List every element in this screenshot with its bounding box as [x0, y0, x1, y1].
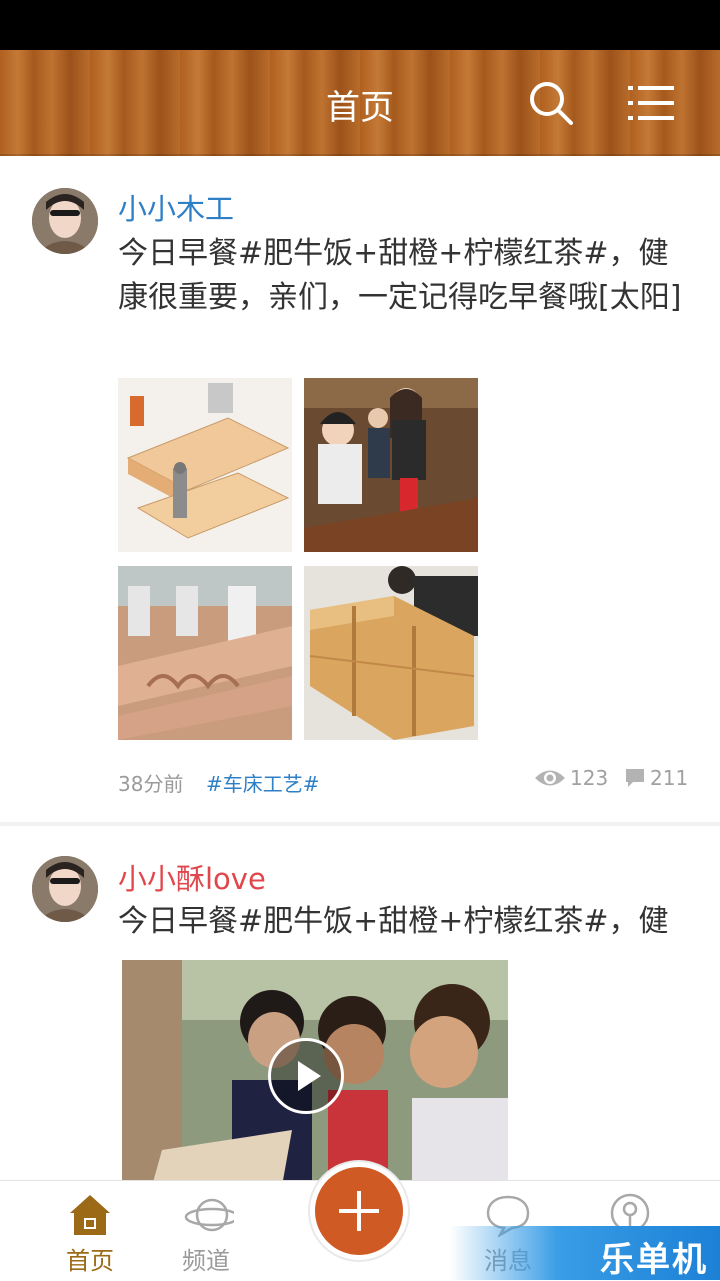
plus-icon	[339, 1191, 379, 1231]
comment-count-value: 211	[650, 766, 689, 790]
avatar[interactable]	[32, 188, 98, 254]
page-title: 首页	[326, 88, 394, 128]
post-text: 今日早餐#肥牛饭+甜橙+柠檬红茶#，健	[118, 904, 669, 939]
planet-icon	[184, 1198, 234, 1232]
menu-icon[interactable]	[628, 82, 674, 124]
watermark-text: 乐单机	[600, 1240, 708, 1280]
view-count: 123	[534, 766, 608, 790]
comment-count[interactable]: 211	[624, 766, 688, 790]
home-icon	[70, 1195, 110, 1235]
post-image[interactable]	[118, 378, 292, 552]
status-bar	[0, 0, 720, 50]
post-text: 今日早餐#肥牛饭+甜橙+柠檬红茶#，健康很重要，亲们，一定记得吃早餐哦[太阳]	[118, 236, 682, 315]
add-post-button[interactable]	[310, 1162, 408, 1260]
search-icon[interactable]	[528, 80, 574, 126]
post-image[interactable]	[118, 566, 292, 740]
post-card[interactable]: 小小木工 今日早餐#肥牛饭+甜橙+柠檬红茶#，健康很重要，亲们，一定记得吃早餐哦…	[0, 156, 720, 822]
watermark: 乐单机	[450, 1226, 720, 1280]
view-count-value: 123	[570, 766, 609, 790]
tab-home[interactable]: 首页	[30, 1181, 150, 1281]
post-card[interactable]: 小小酥love 今日早餐#肥牛饭+甜橙+柠檬红茶#，健	[0, 826, 720, 1180]
play-icon	[298, 1061, 321, 1091]
app-header: 首页	[0, 50, 720, 156]
tab-channel[interactable]: 频道	[146, 1181, 266, 1281]
post-feed[interactable]: 小小木工 今日早餐#肥牛饭+甜橙+柠檬红茶#，健康很重要，亲们，一定记得吃早餐哦…	[0, 156, 720, 1180]
comment-icon	[626, 769, 644, 787]
username[interactable]: 小小酥love	[118, 856, 266, 898]
avatar[interactable]	[32, 856, 98, 922]
username[interactable]: 小小木工	[118, 186, 234, 228]
play-button[interactable]	[268, 1038, 344, 1114]
topic-tag[interactable]: #车床工艺#	[206, 768, 320, 797]
post-video[interactable]	[122, 960, 508, 1180]
eye-icon	[535, 770, 565, 786]
post-time: 38分前	[118, 772, 184, 796]
tab-label: 首页	[66, 1247, 114, 1275]
post-image[interactable]	[304, 566, 478, 740]
tab-label: 频道	[182, 1247, 230, 1275]
post-image[interactable]	[304, 378, 478, 552]
